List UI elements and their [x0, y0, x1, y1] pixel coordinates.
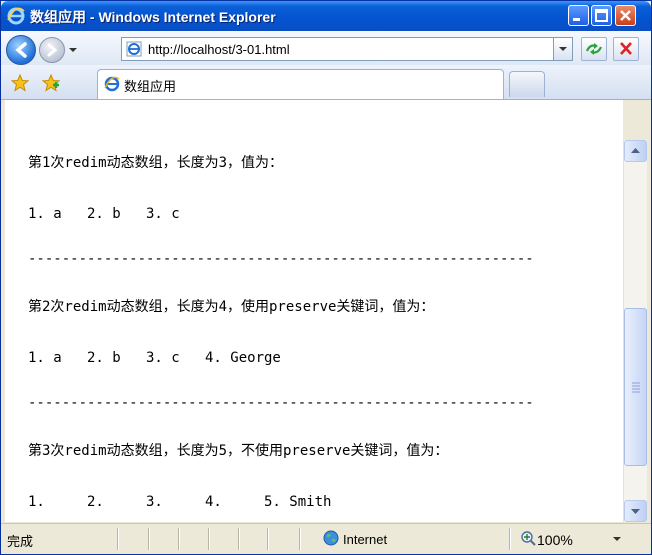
- vertical-scrollbar[interactable]: [623, 140, 647, 522]
- separator-line-1: ----------------------------------------…: [28, 251, 534, 267]
- refresh-button[interactable]: [581, 37, 607, 61]
- stop-button[interactable]: [613, 37, 639, 61]
- grip-icon: [632, 382, 640, 393]
- back-arrow-icon: [15, 42, 27, 58]
- stop-icon: [620, 42, 632, 55]
- tab-row: 数组应用: [1, 65, 651, 100]
- ie-page-icon: [104, 76, 120, 92]
- text-line-5: 第3次redim动态数组，长度为5，不使用preserve关键词，值为：: [28, 443, 449, 459]
- forward-arrow-icon: [47, 43, 58, 57]
- text-line-1: 第1次redim动态数组，长度为3，值为：: [28, 155, 284, 171]
- status-divider: [178, 528, 180, 550]
- chevron-down-icon: [559, 47, 567, 51]
- page-content: 第1次redim动态数组，长度为3，值为： 1. a 2. b 3. c ---…: [5, 100, 623, 522]
- title-bar[interactable]: 数组应用 - Windows Internet Explorer: [1, 1, 651, 31]
- status-divider: [267, 528, 269, 550]
- text-line-3: 第2次redim动态数组，长度为4，使用preserve关键词，值为：: [28, 299, 435, 315]
- new-tab-button[interactable]: [509, 71, 545, 97]
- text-line-6: 1. 2. 3. 4. 5. Smith: [28, 494, 332, 510]
- browser-window: 数组应用 - Windows Internet Explorer http://…: [0, 0, 652, 555]
- internet-globe-icon: [323, 530, 339, 546]
- status-text: 完成: [7, 535, 34, 550]
- security-zone-text[interactable]: Internet: [343, 532, 387, 547]
- status-divider: [208, 528, 210, 550]
- recent-pages-dropdown-icon[interactable]: [68, 45, 78, 55]
- chevron-down-icon: [631, 509, 640, 514]
- status-bar: 完成 Internet 100%: [1, 523, 651, 554]
- maximize-icon: [595, 9, 608, 22]
- zoom-icon[interactable]: [520, 530, 536, 546]
- status-divider: [148, 528, 150, 550]
- minimize-icon: [573, 18, 580, 21]
- tab-label: 数组应用: [124, 80, 177, 95]
- status-divider: [117, 528, 119, 550]
- text-line-2: 1. a 2. b 3. c: [28, 206, 180, 222]
- close-button[interactable]: [615, 5, 636, 26]
- forward-button[interactable]: [39, 37, 65, 63]
- status-divider: [238, 528, 240, 550]
- scroll-up-button[interactable]: [624, 140, 647, 162]
- close-icon: [620, 10, 631, 21]
- zoom-level[interactable]: 100%: [537, 532, 573, 548]
- minimize-button[interactable]: [568, 5, 589, 26]
- maximize-button[interactable]: [591, 5, 612, 26]
- scrollbar-thumb[interactable]: [624, 308, 647, 466]
- zoom-dropdown-icon[interactable]: [613, 535, 621, 543]
- window-title: 数组应用 - Windows Internet Explorer: [30, 9, 276, 25]
- separator-line-2: ----------------------------------------…: [28, 395, 534, 411]
- text-line-4: 1. a 2. b 3. c 4. George: [28, 350, 281, 366]
- navigation-bar: http://localhost/3-01.html: [1, 31, 651, 65]
- scroll-down-button[interactable]: [624, 500, 647, 522]
- address-dropdown-button[interactable]: [553, 37, 573, 61]
- status-divider: [509, 528, 511, 550]
- address-text: http://localhost/3-01.html: [148, 42, 290, 57]
- favorites-star-icon[interactable]: [11, 74, 29, 92]
- back-button[interactable]: [6, 35, 36, 65]
- ie-icon: [7, 7, 25, 25]
- address-bar[interactable]: http://localhost/3-01.html: [121, 37, 573, 61]
- tab-active[interactable]: 数组应用: [97, 69, 504, 99]
- page-icon: [126, 41, 142, 57]
- add-favorites-icon[interactable]: [42, 74, 60, 92]
- chevron-up-icon: [631, 148, 640, 153]
- refresh-icon: [585, 43, 603, 55]
- status-divider: [299, 528, 301, 550]
